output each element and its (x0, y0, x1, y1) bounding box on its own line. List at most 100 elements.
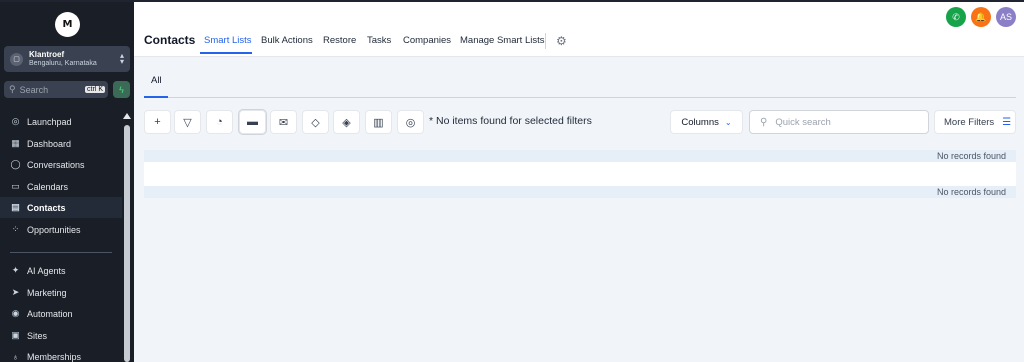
quick-search[interactable]: ⚲ (749, 110, 929, 134)
sidebar-item-conversations[interactable]: ◯ Conversations (0, 154, 122, 175)
sidebar-item-label: Dashboard (27, 138, 72, 149)
sidebar-item-memberships[interactable]: ♁ Memberships (0, 346, 122, 362)
sidebar-item-calendars[interactable]: ▭ Calendars (0, 176, 122, 197)
page-title: Contacts (144, 33, 196, 47)
sidebar-divider (10, 252, 112, 253)
table-row: No records found (144, 150, 1016, 162)
sidebar-search[interactable]: ⚲ Search ctrl K (4, 81, 108, 98)
tab-all[interactable]: All (151, 75, 162, 86)
logo-text: M (62, 19, 73, 30)
lightning-icon: ϟ (119, 84, 124, 95)
search-shortcut: ctrl K (85, 86, 105, 93)
message-icon: ▬ (247, 116, 258, 128)
quick-actions-button[interactable]: ϟ (113, 81, 130, 98)
sidebar-item-label: Contacts (27, 202, 66, 213)
building-icon: ▥ (373, 116, 384, 129)
sidebar-search-placeholder: Search (19, 84, 49, 95)
phone-button[interactable]: ✆ (946, 7, 966, 27)
sidebar-item-label: Conversations (27, 159, 85, 170)
account-name: Klantroef (29, 50, 65, 59)
tab-restore[interactable]: Restore (323, 35, 356, 46)
sidebar-item-label: Launchpad (27, 116, 72, 127)
sidebar-item-label: Opportunities (27, 224, 81, 235)
sidebar-item-contacts[interactable]: ▤ Contacts (0, 197, 122, 218)
sparkle-icon: ✦ (11, 265, 20, 275)
search-icon: ⚲ (760, 116, 768, 128)
phone-icon: ✆ (952, 11, 960, 22)
pipeline-button[interactable]: ◔ (206, 110, 233, 134)
no-records-text: No records found (936, 187, 1006, 197)
grid-icon: ▦ (11, 138, 20, 148)
gear-icon[interactable]: ⚙ (556, 34, 567, 48)
account-location: Bengaluru, Karnataka (29, 60, 97, 67)
more-filters-label: More Filters (944, 116, 995, 128)
sidebar-item-automation[interactable]: ◉ Automation (0, 303, 122, 324)
sidebar-item-dashboard[interactable]: ▦ Dashboard (0, 133, 122, 154)
sidebar-item-label: Sites (27, 330, 48, 341)
whatsapp-button[interactable]: ◎ (397, 110, 424, 134)
sidebar-item-marketing[interactable]: ➤ Marketing (0, 282, 122, 303)
building-icon: ▢ (10, 52, 23, 66)
company-button[interactable]: ▥ (365, 110, 392, 134)
columns-dropdown[interactable]: Columns ⌄ (670, 110, 743, 134)
tab-smart-lists[interactable]: Smart Lists (204, 35, 252, 46)
filter-button[interactable]: ▽ (174, 110, 201, 134)
send-email-button[interactable]: ✉ (270, 110, 297, 134)
sidebar-item-label: Automation (27, 308, 73, 319)
sites-icon: ▣ (11, 330, 20, 340)
sidebar-item-opportunities[interactable]: ⁘ Opportunities (0, 219, 122, 240)
sidebar-item-label: Calendars (27, 181, 69, 192)
pipeline-icon: ◔ (216, 116, 223, 128)
tab-manage-smart-lists[interactable]: Manage Smart Lists (460, 35, 544, 46)
email-icon: ✉ (278, 116, 289, 129)
avatar-initials: AS (999, 12, 1012, 22)
chat-icon: ◯ (10, 159, 21, 169)
scroll-up-arrow-icon[interactable] (123, 113, 131, 119)
send-icon: ➤ (11, 287, 20, 297)
memberships-icon: ♁ (12, 351, 19, 362)
sidebar-scrollbar[interactable] (122, 113, 132, 362)
filter-icon: ▽ (183, 116, 192, 129)
sidebar-item-launchpad[interactable]: ◎ Launchpad (0, 111, 122, 132)
empty-filter-message: * No items found for selected filters (429, 115, 592, 127)
sidebar: M ▢ Klantroef Bengaluru, Karnataka ▴ ▾ ⚲ … (0, 2, 134, 362)
add-tag-icon: ◇ (311, 116, 320, 129)
automation-icon: ◉ (11, 308, 20, 318)
account-switcher[interactable]: ▢ Klantroef Bengaluru, Karnataka ▴ ▾ (4, 46, 130, 72)
add-tag-button[interactable]: ◇ (302, 110, 329, 134)
bell-icon: 🔔 (975, 11, 987, 22)
plus-icon: + (154, 116, 161, 128)
whatsapp-icon: ◎ (405, 116, 416, 129)
sidebar-item-label: Memberships (27, 351, 82, 362)
opportunities-icon: ⁘ (11, 224, 20, 234)
sidebar-item-label: Marketing (27, 287, 67, 298)
tab-tasks[interactable]: Tasks (367, 35, 391, 46)
more-filters-button[interactable]: More Filters ☰ (934, 110, 1016, 134)
search-icon: ⚲ (9, 84, 16, 94)
avatar[interactable]: AS (996, 7, 1016, 27)
rocket-icon: ◎ (11, 116, 20, 126)
chevron-updown-icon: ▴ ▾ (119, 51, 124, 66)
chevron-down-icon: ⌄ (724, 117, 732, 127)
top-header: Contacts Smart Lists Bulk Actions Restor… (134, 2, 1024, 57)
notifications-button[interactable]: 🔔 (971, 7, 991, 27)
active-tab-indicator (144, 96, 168, 98)
contacts-icon: ▤ (11, 202, 20, 212)
sliders-icon: ☰ (1002, 116, 1012, 128)
add-contact-button[interactable]: + (144, 110, 171, 134)
quick-search-input[interactable] (775, 116, 916, 128)
calendar-icon: ▭ (11, 181, 20, 191)
columns-label: Columns (681, 116, 719, 128)
sidebar-item-ai-agents[interactable]: ✦ AI Agents (0, 260, 122, 281)
table-row (144, 162, 1016, 186)
sidebar-item-sites[interactable]: ▣ Sites (0, 325, 122, 346)
tab-bulk-actions[interactable]: Bulk Actions (261, 35, 313, 46)
remove-tag-button[interactable]: ◈ (333, 110, 360, 134)
send-sms-button[interactable]: ▬ (239, 110, 266, 134)
no-records-text: No records found (936, 151, 1006, 161)
tab-baseline (144, 97, 1016, 98)
remove-tag-icon: ◈ (342, 116, 351, 129)
tab-companies[interactable]: Companies (403, 35, 451, 46)
scrollbar-thumb[interactable] (124, 125, 130, 362)
brand-logo[interactable]: M (55, 12, 80, 37)
